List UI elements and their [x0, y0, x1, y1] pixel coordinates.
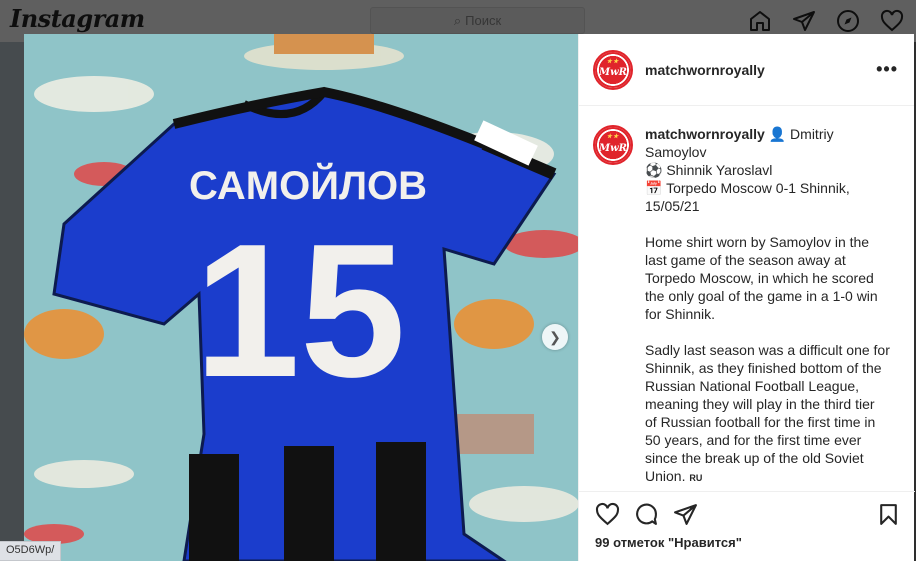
post-modal: САМОЙЛОВ 15 ❯ ★★ MwR matchwornroyally •••… [24, 34, 915, 561]
more-icon[interactable]: ••• [876, 59, 898, 80]
nav-icons [748, 9, 904, 33]
caption-line-club: Shinnik Yaroslavl [666, 162, 773, 178]
next-icon: ❯ [549, 328, 561, 345]
status-bar-url: O5D6Wp/ [0, 541, 62, 561]
likes-count[interactable]: 99 отметок "Нравится" [595, 535, 901, 550]
search-icon: ⌕ [453, 12, 462, 28]
comment-icon[interactable] [634, 502, 659, 527]
explore-icon[interactable] [836, 9, 860, 33]
shirt-number: 15 [194, 205, 405, 417]
share-icon[interactable] [673, 502, 698, 527]
language-tag: RU [689, 473, 703, 483]
post-sidebar: ★★ MwR matchwornroyally ••• ★★ MwR matchwo… [578, 34, 915, 561]
avatar[interactable]: ★★ MwR [593, 49, 633, 90]
direct-icon[interactable] [792, 9, 816, 33]
caption-text: matchwornroyally 👤 Dmitriy Samoylov ⚽ Sh… [645, 125, 890, 491]
save-icon[interactable] [876, 502, 901, 527]
football-icon: ⚽ [645, 162, 663, 178]
caption-line-match: Torpedo Moscow 0-1 Shinnik, 15/05/21 [645, 180, 850, 214]
instagram-logo[interactable]: Instagram [10, 4, 145, 33]
post-header: ★★ MwR matchwornroyally ••• [579, 34, 914, 106]
caption-avatar[interactable]: ★★ MwR [593, 125, 633, 165]
caption: ★★ MwR matchwornroyally 👤 Dmitriy Samoylo… [579, 107, 915, 491]
shirt-name: САМОЙЛОВ [189, 162, 427, 208]
username[interactable]: matchwornroyally [645, 62, 876, 78]
caption-username[interactable]: matchwornroyally [645, 126, 765, 142]
shirt-photo: САМОЙЛОВ 15 [24, 34, 578, 561]
home-icon[interactable] [748, 9, 772, 33]
caption-para-1: Home shirt worn by Samoylov in the last … [645, 234, 878, 322]
player-icon: 👤 [768, 126, 787, 142]
calendar-icon: 📅 [645, 180, 663, 196]
heart-icon[interactable] [880, 9, 904, 33]
next-photo-button[interactable]: ❯ [542, 324, 568, 350]
post-photo[interactable]: САМОЙЛОВ 15 ❯ [24, 34, 578, 561]
feed-background [0, 42, 24, 561]
search-placeholder: Поиск [465, 13, 502, 28]
like-icon[interactable] [595, 502, 620, 527]
search-box[interactable]: ⌕ Поиск [370, 7, 585, 34]
caption-para-2: Sadly last season was a difficult one fo… [645, 342, 890, 484]
post-actions: 99 отметок "Нравится" [579, 491, 915, 550]
